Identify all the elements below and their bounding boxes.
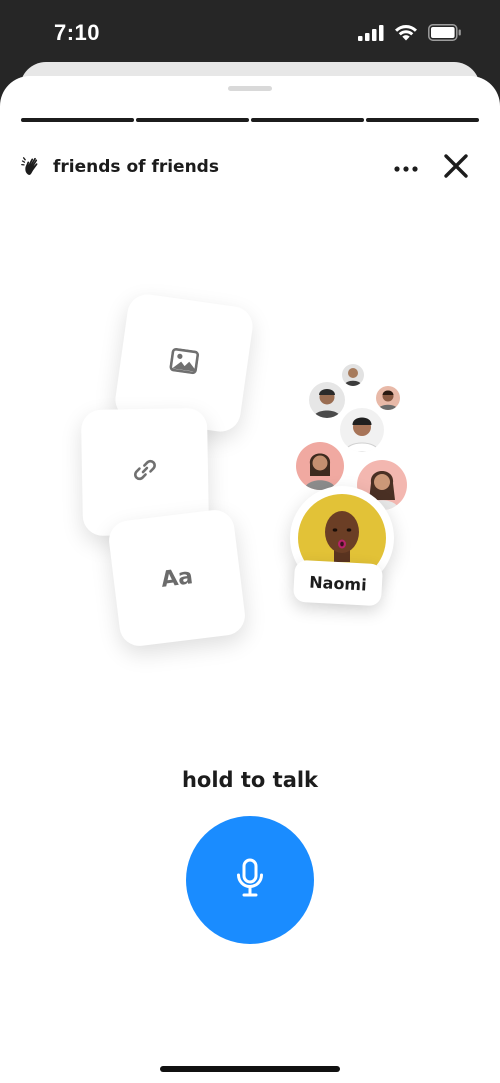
friend-avatar [309,382,345,418]
story-progress [21,118,479,122]
more-options-button[interactable] [392,152,420,180]
friend-avatar [340,408,384,452]
text-card-glyph: Aa [159,563,195,593]
waving-hand-icon [20,154,44,178]
friend-avatar [342,364,364,386]
story-sheet: friends of friends Aa Naomi hold to talk [0,76,500,1083]
wifi-icon [394,24,418,45]
progress-segment [366,118,479,122]
friend-avatar [296,442,344,490]
friend-avatar [376,386,400,410]
link-icon [132,457,159,487]
featured-person-name: Naomi [292,559,384,607]
text-card[interactable]: Aa [106,507,248,649]
record-voice-button[interactable] [186,816,314,944]
status-time: 7:10 [54,20,101,45]
image-icon [168,347,200,379]
progress-segment [21,118,134,122]
close-button[interactable] [440,150,472,182]
status-bar: 7:10 [0,0,500,68]
hold-to-talk-label: hold to talk [181,768,319,792]
microphone-icon [235,858,265,902]
progress-segment [136,118,249,122]
progress-segment [251,118,364,122]
signal-icon [358,24,384,45]
channel-title: friends of friends [53,157,219,177]
close-icon [440,154,472,186]
sheet-grabber[interactable] [228,86,272,91]
battery-icon [428,24,462,45]
more-horizontal-icon [394,157,418,176]
home-indicator[interactable] [160,1066,340,1072]
channel-header: friends of friends [0,152,500,186]
